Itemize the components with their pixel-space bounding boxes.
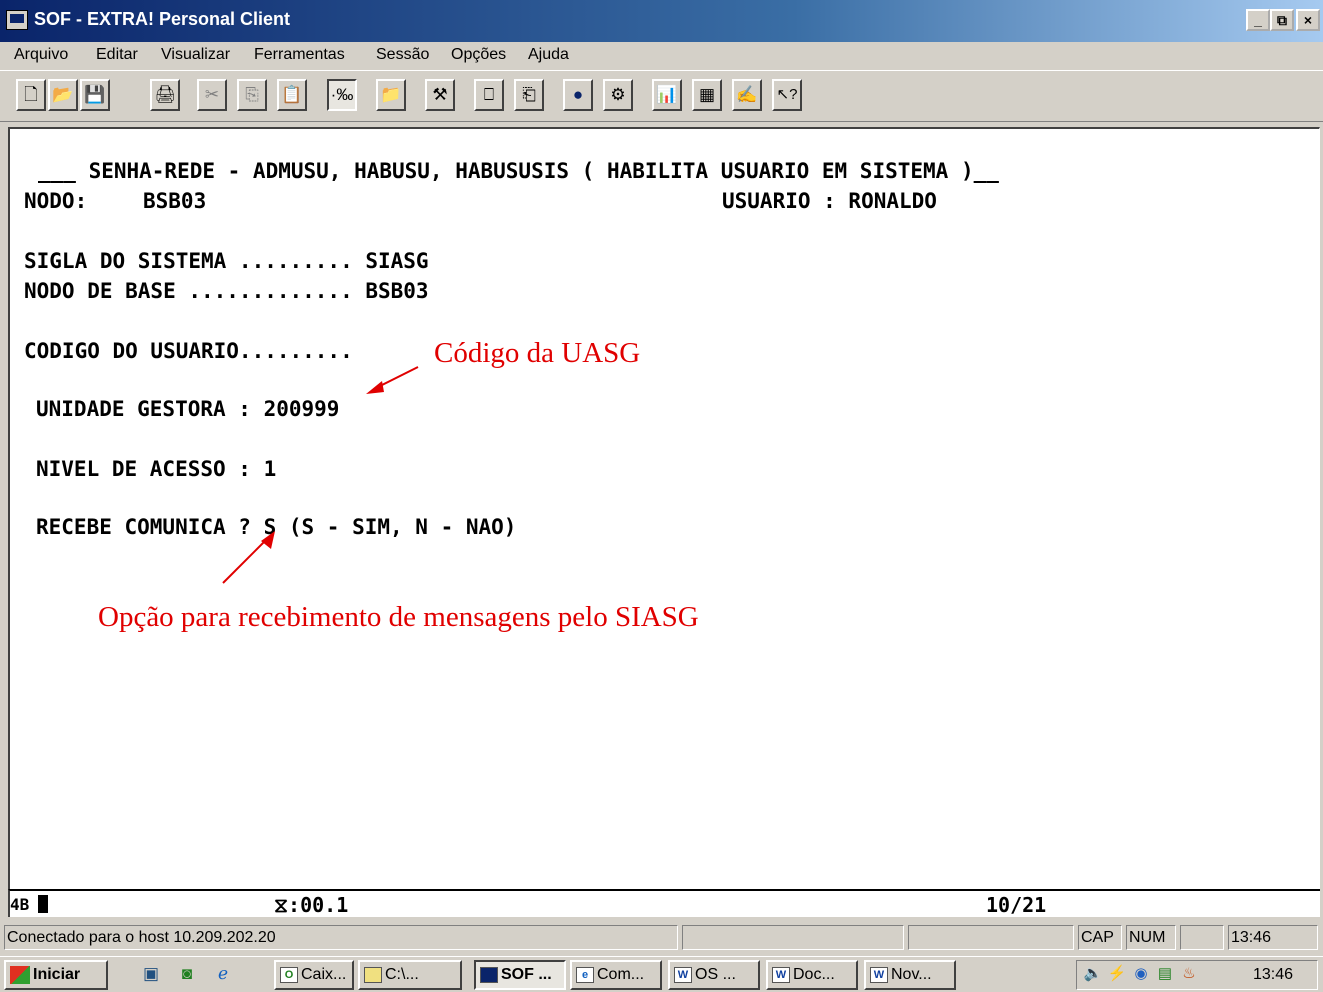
taskbar-button-doc[interactable]: W Doc... — [766, 960, 858, 990]
unidade-gestora-field[interactable]: UNIDADE GESTORA : 200999 — [36, 397, 339, 421]
close-button[interactable]: × — [1296, 9, 1320, 31]
volume-icon[interactable]: 🔈 — [1083, 964, 1103, 984]
menu-sessao[interactable]: Sessão — [376, 46, 429, 64]
toolbar: 🗋 📂 💾 🖨 ✂ ⎘ 📋 ·‰ 📁 ⚒ ⎕ ⎗ ● ⚙ 📊 ▦ ✍ ↖? — [0, 70, 1323, 122]
menu-arquivo[interactable]: Arquivo — [14, 46, 68, 64]
taskbar-button-com[interactable]: e Com... — [570, 960, 662, 990]
system-tray: 🔈 ⚡ ◉ ▤ ♨ 13:46 — [1076, 960, 1318, 990]
taskbar-clock: 13:46 — [1253, 966, 1294, 983]
status-panel-empty-2 — [908, 925, 1074, 950]
chart-edit-icon[interactable]: 📊 — [652, 79, 682, 111]
menu-bar: Arquivo Editar Visualizar Ferramentas Se… — [0, 42, 1323, 70]
taskbar-button-sof[interactable]: SOF ... — [474, 960, 566, 990]
antivirus-icon[interactable]: ◉ — [1131, 964, 1151, 984]
taskbar-label: OS ... — [695, 966, 736, 983]
ie-small-icon: e — [576, 966, 594, 983]
nivel-acesso-field[interactable]: NIVEL DE ACESSO : 1 — [36, 457, 276, 481]
taskbar-button-nov[interactable]: W Nov... — [864, 960, 956, 990]
java-icon[interactable]: ♨ — [1179, 964, 1199, 984]
app-icon[interactable] — [6, 10, 28, 30]
oia-clock: ⧖:00.1 — [274, 893, 349, 917]
cursor-block — [38, 895, 48, 913]
outlook-small-icon: O — [280, 966, 298, 983]
taskbar-label: C:\... — [385, 966, 419, 983]
oia-status-line: 4B ⧖:00.1 10/21 — [8, 889, 1320, 917]
taskbar-label: Nov... — [891, 966, 932, 983]
num-indicator: NUM — [1126, 925, 1176, 950]
receive-icon[interactable]: ⎗ — [514, 79, 544, 111]
tools-icon[interactable]: ⚒ — [425, 79, 455, 111]
annotation-mensagens: Opção para recebimento de mensagens pelo… — [98, 601, 699, 633]
status-panel-empty-1 — [682, 925, 904, 950]
taskbar-label: Com... — [597, 966, 645, 983]
cursor-position: 10/21 — [986, 893, 1047, 917]
annotation-uasg: Código da UASG — [434, 337, 641, 369]
status-bar: Conectado para o host 10.209.202.20 CAP … — [0, 922, 1323, 954]
signature-icon[interactable]: ✍ — [732, 79, 762, 111]
windows-logo-icon — [10, 965, 30, 984]
grid-icon[interactable]: ▦ — [692, 79, 722, 111]
folder-up-icon[interactable]: 📁 — [376, 79, 406, 111]
save-icon[interactable]: 💾 — [80, 79, 110, 111]
copy-icon[interactable]: ⎘ — [237, 79, 267, 111]
nodo-base-field: NODO DE BASE ............. BSB03 — [24, 279, 429, 303]
menu-editar[interactable]: Editar — [96, 46, 138, 64]
show-desktop-icon[interactable]: ▣ — [140, 963, 162, 985]
restore-button[interactable]: ⧉ — [1270, 9, 1294, 31]
arrow-uasg-icon — [366, 366, 419, 394]
status-panel-empty-3 — [1180, 925, 1224, 950]
arrow-recebe-icon — [222, 531, 275, 584]
internet-explorer-icon[interactable]: ℯ — [212, 963, 234, 985]
taskbar: Iniciar ▣ ◙ ℯ O Caix... C:\... SOF ... eC… — [0, 956, 1323, 992]
print-icon[interactable]: 🖨 — [150, 79, 180, 111]
codigo-usuario-field[interactable]: CODIGO DO USUARIO......... — [24, 339, 353, 363]
minimize-button[interactable]: _ — [1246, 9, 1270, 31]
dot-icon[interactable]: ● — [563, 79, 593, 111]
usuario-field: USUARIO : RONALDO — [722, 189, 937, 213]
folder-icon — [364, 966, 382, 983]
taskbar-label: Doc... — [793, 966, 835, 983]
sigla-sistema-field: SIGLA DO SISTEMA ......... SIASG — [24, 249, 429, 273]
oia-indicator: 4B — [10, 895, 30, 914]
macro-icon[interactable]: ⚙ — [603, 79, 633, 111]
menu-opcoes[interactable]: Opções — [451, 46, 506, 64]
menu-visualizar[interactable]: Visualizar — [161, 46, 230, 64]
network-icon[interactable]: ⚡ — [1107, 964, 1127, 984]
new-icon[interactable]: 🗋 — [16, 79, 46, 111]
open-icon[interactable]: 📂 — [48, 79, 78, 111]
taskbar-label: Caix... — [301, 966, 347, 983]
help-icon[interactable]: ↖? — [772, 79, 802, 111]
paste-icon[interactable]: 📋 — [277, 79, 307, 111]
screen-header: ___ SENHA-REDE - ADMUSU, HABUSU, HABUSUS… — [38, 159, 999, 183]
transfer-icon[interactable]: ⎕ — [474, 79, 504, 111]
terminal-screen[interactable]: ___ SENHA-REDE - ADMUSU, HABUSU, HABUSUS… — [8, 127, 1320, 889]
record-icon[interactable]: ·‰ — [327, 79, 357, 111]
menu-ajuda[interactable]: Ajuda — [528, 46, 569, 64]
connection-status: Conectado para o host 10.209.202.20 — [4, 925, 678, 950]
start-button[interactable]: Iniciar — [4, 960, 108, 990]
title-bar[interactable]: SOF - EXTRA! Personal Client _ ⧉ × — [0, 0, 1323, 42]
word-icon: W — [674, 966, 692, 983]
terminal-icon — [480, 966, 498, 983]
taskbar-label: SOF ... — [501, 966, 552, 983]
status-time: 13:46 — [1228, 925, 1318, 950]
caps-indicator: CAP — [1078, 925, 1122, 950]
word-icon: W — [772, 966, 790, 983]
monitor-icon[interactable]: ▤ — [1155, 964, 1175, 984]
taskbar-button-os[interactable]: W OS ... — [668, 960, 760, 990]
cut-icon[interactable]: ✂ — [197, 79, 227, 111]
nodo-value: BSB03 — [143, 189, 207, 213]
word-icon: W — [870, 966, 888, 983]
outlook-icon[interactable]: ◙ — [176, 963, 198, 985]
window-title: SOF - EXTRA! Personal Client — [34, 9, 291, 29]
taskbar-button-caixa[interactable]: O Caix... — [274, 960, 354, 990]
start-label: Iniciar — [33, 966, 81, 983]
nodo-label: NODO: — [24, 189, 88, 213]
menu-ferramentas[interactable]: Ferramentas — [254, 46, 345, 64]
taskbar-button-explorer[interactable]: C:\... — [358, 960, 462, 990]
